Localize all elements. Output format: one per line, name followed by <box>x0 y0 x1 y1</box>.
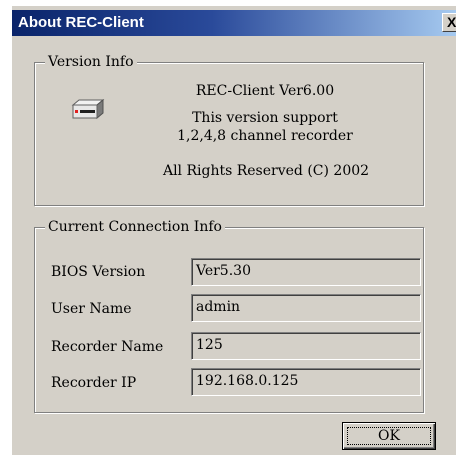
support-line-2: 1,2,4,8 channel recorder <box>177 128 353 144</box>
bios-version-label: BIOS Version <box>51 264 146 280</box>
recorder-name-label: Recorder Name <box>51 339 164 355</box>
user-name-field[interactable]: admin <box>191 294 421 322</box>
about-dialog: About REC-Client X Version Info REC-Clie… <box>12 6 456 455</box>
version-info-group: Version Info REC-Client Ver6.00 This ver… <box>34 53 424 206</box>
bios-version-field[interactable]: Ver5.30 <box>191 258 421 286</box>
ok-button-label: OK <box>378 428 400 444</box>
connection-info-legend: Current Connection Info <box>45 218 225 236</box>
ok-button[interactable]: OK <box>342 422 436 450</box>
user-name-label: User Name <box>51 301 132 317</box>
version-info-legend: Version Info <box>45 53 137 71</box>
support-line-1: This version support <box>192 110 338 126</box>
product-version-text: REC-Client Ver6.00 <box>195 83 335 99</box>
close-button[interactable]: X <box>442 13 456 32</box>
recorder-device-icon <box>71 99 105 120</box>
window-title: About REC-Client <box>18 14 144 31</box>
title-bar[interactable]: About REC-Client X <box>12 10 456 36</box>
recorder-ip-label: Recorder IP <box>51 375 137 391</box>
copyright-text: All Rights Reserved (C) 2002 <box>162 163 370 179</box>
recorder-ip-field[interactable]: 192.168.0.125 <box>191 368 421 396</box>
connection-info-group: Current Connection Info BIOS Version Ver… <box>34 218 424 413</box>
recorder-name-field[interactable]: 125 <box>191 332 421 360</box>
